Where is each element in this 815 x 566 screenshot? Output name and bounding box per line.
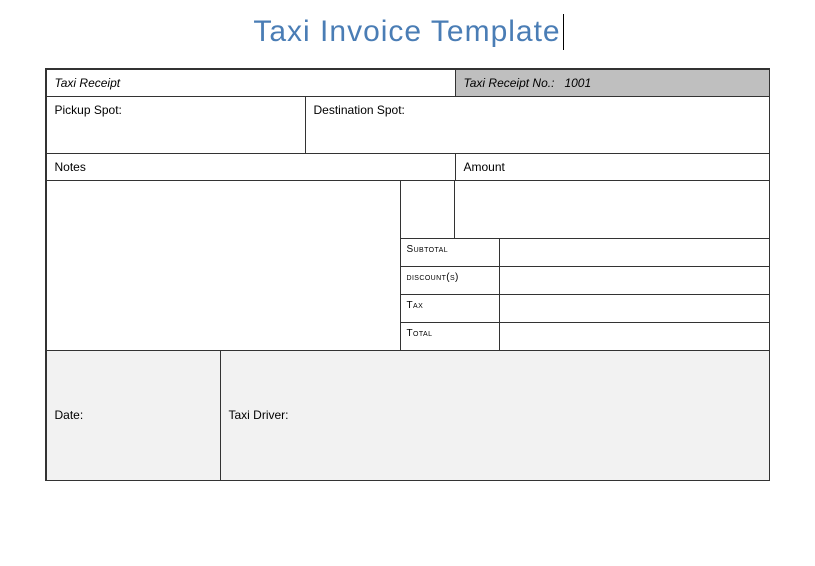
- amount-header: Amount: [455, 153, 770, 181]
- receipt-number: Taxi Receipt No.: 1001: [455, 69, 770, 97]
- tax-amount[interactable]: [499, 294, 770, 323]
- pickup-spot-field[interactable]: Pickup Spot:: [46, 96, 306, 154]
- line-item-amount[interactable]: [454, 180, 770, 239]
- line-item-label[interactable]: [400, 180, 455, 239]
- discount-label: discount(s): [400, 266, 500, 295]
- driver-field[interactable]: Taxi Driver:: [220, 350, 770, 481]
- date-label: Date:: [55, 408, 84, 422]
- receipt-no-label: Taxi Receipt No.:: [464, 76, 555, 90]
- date-field[interactable]: Date:: [46, 350, 221, 481]
- subtotal-amount[interactable]: [499, 238, 770, 267]
- discount-amount[interactable]: [499, 266, 770, 295]
- page-title: Taxi Invoice Template: [251, 14, 563, 50]
- invoice-form: Taxi Receipt Taxi Receipt No.: 1001 Pick…: [45, 68, 770, 481]
- receipt-label: Taxi Receipt: [46, 69, 456, 97]
- driver-label: Taxi Driver:: [229, 408, 289, 422]
- notes-field[interactable]: [46, 180, 401, 351]
- total-label: Total: [400, 322, 500, 351]
- total-amount[interactable]: [499, 322, 770, 351]
- tax-label: Tax: [400, 294, 500, 323]
- destination-spot-field[interactable]: Destination Spot:: [305, 96, 770, 154]
- receipt-no-value: 1001: [564, 76, 591, 90]
- notes-header: Notes: [46, 153, 456, 181]
- subtotal-label: Subtotal: [400, 238, 500, 267]
